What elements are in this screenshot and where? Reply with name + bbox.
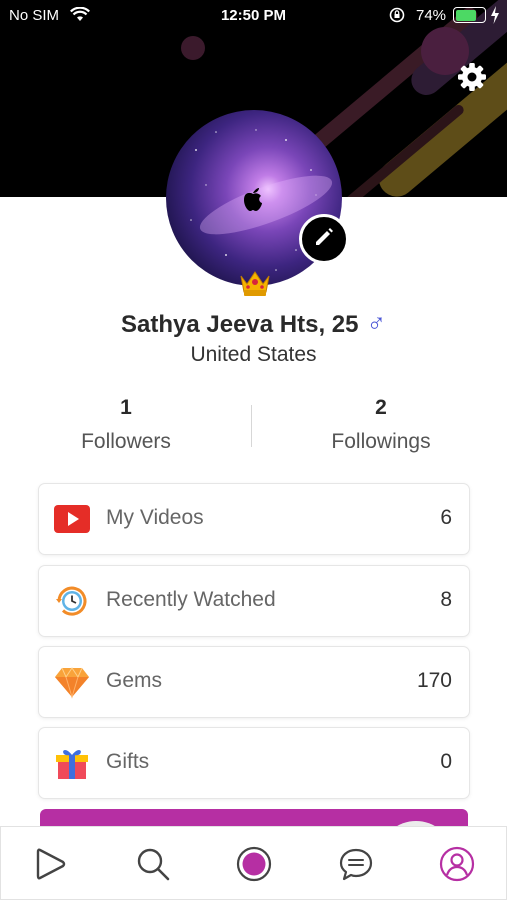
menu-item-label: Recently Watched	[106, 588, 276, 611]
menu-item-label: Gifts	[106, 750, 150, 773]
record-tab-icon[interactable]	[229, 839, 279, 889]
search-tab-icon[interactable]	[128, 839, 178, 889]
bottom-tab-bar	[0, 826, 507, 900]
followers-count: 1	[120, 396, 132, 419]
battery-icon	[453, 7, 486, 23]
status-bar: No SIM 12:50 PM 74%	[0, 0, 507, 32]
profile-name: Sathya Jeeva Hts, 25	[121, 311, 359, 338]
menu-item-count: 0	[440, 750, 452, 773]
followers-stat[interactable]: 1 Followers	[26, 396, 226, 454]
male-icon: ♂	[366, 308, 386, 338]
rotation-lock-icon	[389, 7, 405, 27]
menu-item-my-videos[interactable]: My Videos 6	[39, 484, 469, 554]
menu-item-count: 6	[440, 506, 452, 529]
profile-name-row: Sathya Jeeva Hts, 25 ♂	[0, 308, 507, 339]
gear-icon[interactable]	[455, 60, 489, 94]
profile-tab-icon[interactable]	[432, 839, 482, 889]
history-clock-icon	[53, 582, 91, 620]
gift-icon	[53, 744, 91, 782]
edit-profile-button[interactable]	[299, 214, 349, 264]
followings-count: 2	[375, 396, 387, 419]
menu-item-gems[interactable]: Gems 170	[39, 647, 469, 717]
menu-item-count: 170	[416, 669, 452, 692]
followings-label: Followings	[331, 430, 431, 453]
video-play-icon	[53, 500, 91, 538]
battery-percent: 74%	[416, 7, 447, 24]
followings-stat[interactable]: 2 Followings	[281, 396, 481, 454]
menu-item-recently-watched[interactable]: Recently Watched 8	[39, 566, 469, 636]
profile-location: United States	[190, 343, 317, 366]
followers-label: Followers	[81, 430, 171, 453]
apple-logo-icon	[242, 186, 264, 217]
menu-item-count: 8	[440, 588, 452, 611]
gem-icon	[53, 663, 91, 701]
stats-divider	[251, 405, 252, 447]
menu-item-label: My Videos	[106, 506, 204, 529]
crown-icon	[238, 268, 272, 303]
menu-item-label: Gems	[106, 669, 163, 692]
menu-item-gifts[interactable]: Gifts 0	[39, 728, 469, 798]
play-tab-icon[interactable]	[26, 839, 76, 889]
charging-icon	[490, 6, 500, 28]
pencil-icon	[313, 226, 335, 253]
chat-tab-icon[interactable]	[331, 839, 381, 889]
